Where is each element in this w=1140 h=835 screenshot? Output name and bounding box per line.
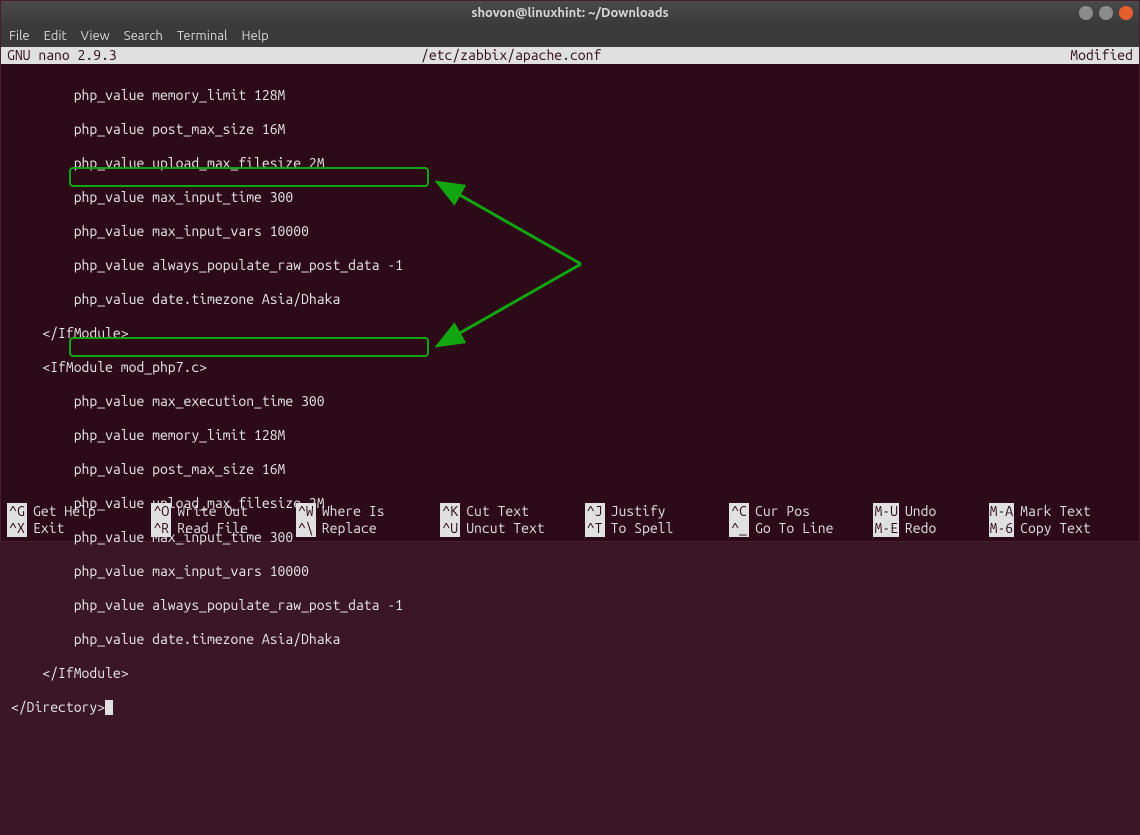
- maximize-button[interactable]: [1099, 6, 1113, 20]
- editor-line: php_value post_max_size 16M: [11, 461, 1129, 478]
- window-titlebar: shovon@linuxhint: ~/Downloads: [1, 1, 1139, 25]
- editor-line: php_value max_input_time 300: [11, 189, 1129, 206]
- shortcut-redo: M-ERedo: [873, 520, 988, 537]
- shortcut-exit: ^XExit: [7, 520, 151, 537]
- editor-line: php_value max_execution_time 300: [11, 393, 1129, 410]
- shortcut-mark-text: M-AMark Text: [989, 503, 1133, 520]
- editor-line: php_value upload_max_filesize 2M: [11, 155, 1129, 172]
- close-button[interactable]: [1119, 6, 1133, 20]
- shortcut-where-is: ^WWhere Is: [296, 503, 440, 520]
- window-controls: [1079, 6, 1133, 20]
- editor-line: php_value max_input_vars 10000: [11, 563, 1129, 580]
- nano-status-bar: GNU nano 2.9.3 /etc/zabbix/apache.conf M…: [1, 47, 1139, 64]
- menu-edit[interactable]: Edit: [44, 29, 67, 43]
- editor-line: php_value max_input_vars 10000: [11, 223, 1129, 240]
- shortcut-cur-pos: ^CCur Pos: [729, 503, 873, 520]
- window-title: shovon@linuxhint: ~/Downloads: [471, 6, 668, 20]
- editor-line: </Directory>: [11, 699, 1129, 716]
- nano-modified-status: Modified: [1070, 47, 1139, 64]
- editor-line: </IfModule>: [11, 325, 1129, 342]
- editor-line: php_value memory_limit 128M: [11, 87, 1129, 104]
- editor-content[interactable]: php_value memory_limit 128M php_value po…: [1, 64, 1139, 835]
- shortcut-cut-text: ^KCut Text: [440, 503, 584, 520]
- nano-filepath: /etc/zabbix/apache.conf: [421, 47, 1070, 64]
- editor-line: php_value memory_limit 128M: [11, 427, 1129, 444]
- editor-line: php_value always_populate_raw_post_data …: [11, 257, 1129, 274]
- shortcut-uncut-text: ^UUncut Text: [440, 520, 584, 537]
- shortcut-go-to-line: ^_Go To Line: [729, 520, 873, 537]
- terminal-window: shovon@linuxhint: ~/Downloads File Edit …: [0, 0, 1140, 542]
- text-cursor: [105, 700, 113, 715]
- nano-shortcut-footer: ^GGet Help ^OWrite Out ^WWhere Is ^KCut …: [1, 503, 1139, 537]
- menu-view[interactable]: View: [81, 29, 110, 43]
- editor-line: php_value always_populate_raw_post_data …: [11, 597, 1129, 614]
- menu-terminal[interactable]: Terminal: [177, 29, 228, 43]
- shortcut-to-spell: ^TTo Spell: [585, 520, 729, 537]
- terminal-area[interactable]: GNU nano 2.9.3 /etc/zabbix/apache.conf M…: [1, 47, 1139, 541]
- shortcut-undo: M-UUndo: [873, 503, 988, 520]
- menu-file[interactable]: File: [9, 29, 30, 43]
- menu-search[interactable]: Search: [124, 29, 163, 43]
- editor-line: </IfModule>: [11, 665, 1129, 682]
- minimize-button[interactable]: [1079, 6, 1093, 20]
- shortcut-row-1: ^GGet Help ^OWrite Out ^WWhere Is ^KCut …: [7, 503, 1133, 520]
- nano-version: GNU nano 2.9.3: [1, 47, 421, 64]
- shortcut-read-file: ^RRead File: [151, 520, 295, 537]
- editor-line: php_value post_max_size 16M: [11, 121, 1129, 138]
- shortcut-get-help: ^GGet Help: [7, 503, 151, 520]
- editor-line-highlighted: php_value date.timezone Asia/Dhaka: [11, 291, 1129, 308]
- editor-line: <IfModule mod_php7.c>: [11, 359, 1129, 376]
- menubar: File Edit View Search Terminal Help: [1, 25, 1139, 47]
- shortcut-justify: ^JJustify: [585, 503, 729, 520]
- editor-line-highlighted: php_value date.timezone Asia/Dhaka: [11, 631, 1129, 648]
- shortcut-write-out: ^OWrite Out: [151, 503, 295, 520]
- shortcut-replace: ^\Replace: [296, 520, 440, 537]
- shortcut-copy-text: M-6Copy Text: [989, 520, 1133, 537]
- menu-help[interactable]: Help: [241, 29, 268, 43]
- shortcut-row-2: ^XExit ^RRead File ^\Replace ^UUncut Tex…: [7, 520, 1133, 537]
